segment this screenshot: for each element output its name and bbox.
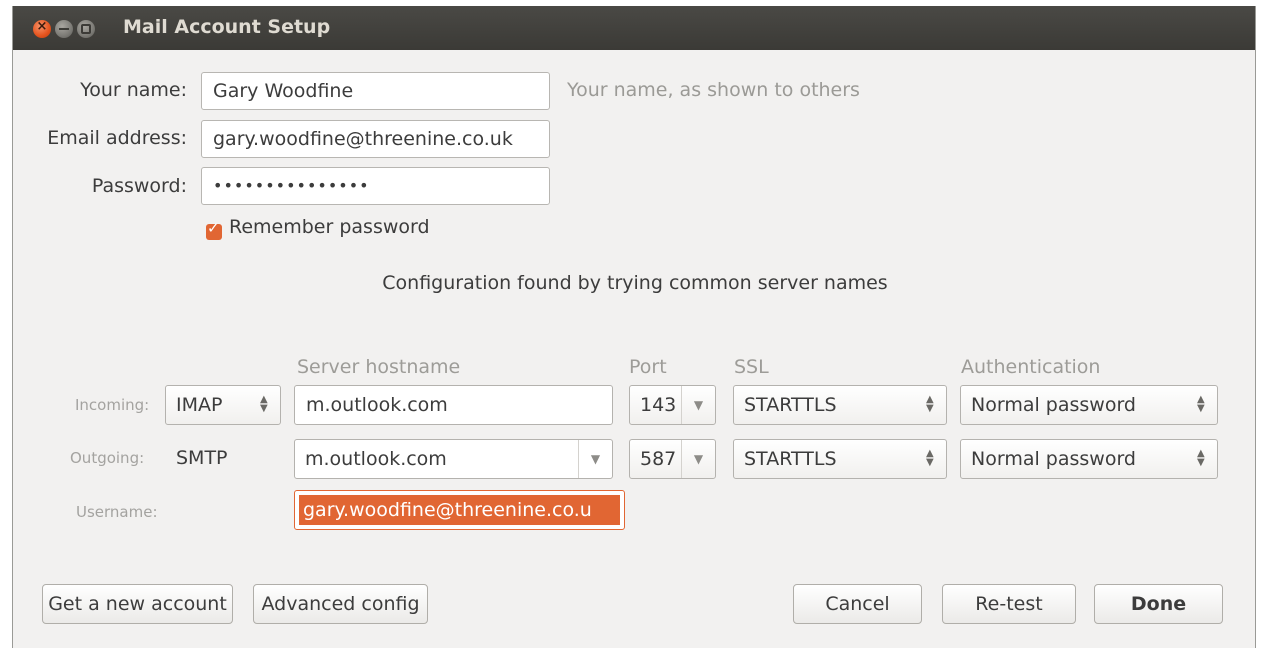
incoming-protocol-value: IMAP	[176, 394, 223, 416]
outgoing-auth-value: Normal password	[971, 448, 1136, 470]
get-new-account-button[interactable]: Get a new account	[42, 584, 233, 624]
incoming-hostname-field[interactable]: m.outlook.com	[294, 385, 613, 425]
name-hint: Your name, as shown to others	[567, 79, 860, 101]
ssl-column-header: SSL	[734, 356, 769, 378]
username-field[interactable]: gary.woodfine@threenine.co.u	[294, 490, 625, 530]
dropdown-arrow-icon[interactable]: ▼	[681, 440, 715, 478]
updown-arrows-icon: ▲ ▼	[1197, 394, 1205, 414]
incoming-label: Incoming:	[75, 396, 150, 414]
outgoing-hostname-value: m.outlook.com	[305, 448, 447, 470]
incoming-auth-value: Normal password	[971, 394, 1136, 416]
outgoing-port-combo[interactable]: 587 ▼	[629, 439, 716, 479]
updown-arrows-icon: ▲ ▼	[260, 394, 268, 414]
done-button[interactable]: Done	[1094, 584, 1223, 624]
email-field[interactable]: gary.woodfine@threenine.co.uk	[201, 120, 550, 158]
remember-password-label[interactable]: Remember password	[229, 216, 430, 238]
retest-button[interactable]: Re-test	[942, 584, 1076, 624]
title-bar: × Mail Account Setup	[13, 6, 1255, 50]
updown-arrows-icon: ▲ ▼	[1197, 448, 1205, 468]
cancel-button[interactable]: Cancel	[793, 584, 922, 624]
password-label: Password:	[91, 175, 187, 197]
remember-password-checkbox[interactable]: ✓	[206, 219, 222, 240]
name-field[interactable]: Gary Woodfine	[201, 72, 550, 110]
port-column-header: Port	[629, 356, 667, 378]
username-selected-text: gary.woodfine@threenine.co.u	[299, 495, 620, 525]
updown-arrows-icon: ▲ ▼	[926, 448, 934, 468]
checkmark-icon: ✓	[207, 219, 220, 237]
incoming-port-value: 143	[640, 394, 677, 416]
outgoing-label: Outgoing:	[70, 449, 145, 467]
incoming-ssl-select[interactable]: STARTTLS ▲ ▼	[733, 385, 947, 425]
config-status-text: Configuration found by trying common ser…	[382, 272, 888, 294]
hostname-column-header: Server hostname	[297, 356, 461, 378]
outgoing-auth-select[interactable]: Normal password ▲ ▼	[960, 439, 1218, 479]
advanced-config-button[interactable]: Advanced config	[253, 584, 428, 624]
outgoing-port-value: 587	[640, 448, 677, 470]
incoming-auth-select[interactable]: Normal password ▲ ▼	[960, 385, 1218, 425]
name-label: Your name:	[80, 79, 187, 101]
outgoing-ssl-value: STARTTLS	[744, 448, 837, 470]
maximize-icon	[81, 24, 91, 34]
incoming-ssl-value: STARTTLS	[744, 394, 837, 416]
dropdown-arrow-icon[interactable]: ▼	[578, 440, 612, 478]
minimize-window-button[interactable]	[55, 20, 73, 38]
close-window-button[interactable]: ×	[33, 19, 51, 38]
outgoing-protocol-value: SMTP	[176, 447, 228, 469]
password-field[interactable]: •••••••••••••••	[201, 167, 550, 205]
username-label: Username:	[76, 503, 158, 521]
updown-arrows-icon: ▲ ▼	[926, 394, 934, 414]
outgoing-hostname-combo[interactable]: m.outlook.com ▼	[294, 439, 613, 479]
minimize-icon	[59, 28, 69, 30]
outgoing-ssl-select[interactable]: STARTTLS ▲ ▼	[733, 439, 947, 479]
maximize-window-button[interactable]	[77, 20, 95, 38]
mail-account-setup-dialog: × Mail Account Setup Your name: Gary Woo…	[12, 6, 1256, 648]
auth-column-header: Authentication	[961, 356, 1101, 378]
dropdown-arrow-icon[interactable]: ▼	[681, 386, 715, 424]
email-label: Email address:	[47, 127, 187, 149]
incoming-protocol-select[interactable]: IMAP ▲ ▼	[165, 385, 281, 425]
window-title: Mail Account Setup	[123, 16, 331, 38]
close-icon: ×	[36, 19, 48, 34]
incoming-port-combo[interactable]: 143 ▼	[629, 385, 716, 425]
